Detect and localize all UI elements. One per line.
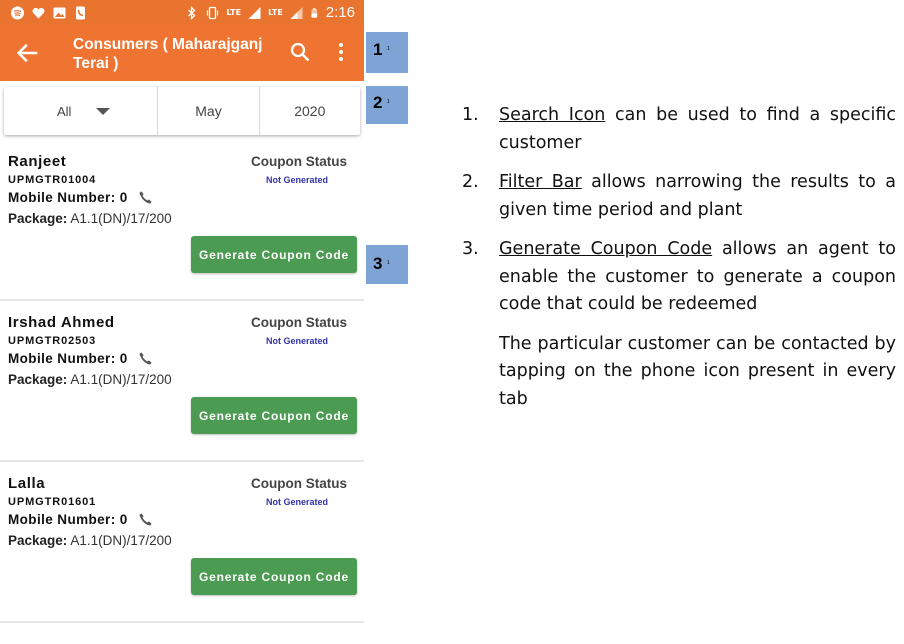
package-label: Package: (8, 211, 68, 226)
package-value: A1.1(DN)/17/200 (70, 533, 172, 548)
mobile-value: 0 (119, 190, 128, 205)
callout-marker-1: 1 1 (366, 32, 408, 73)
signal-icon-3 (290, 6, 303, 19)
phone-call-icon[interactable] (138, 351, 153, 366)
coupon-status-label: Coupon Status (251, 315, 347, 330)
coupon-status-label: Coupon Status (251, 476, 347, 491)
callout-subscript: 1 (387, 99, 390, 105)
note-extra: The particular customer can be contacted… (499, 333, 896, 409)
notification-icons (0, 6, 88, 20)
signal-icon (248, 6, 261, 19)
callout-marker-2: 2 1 (366, 86, 408, 124)
year-filter-value: 2020 (294, 103, 326, 119)
explanation-list: 1. Search Icon can be used to find a spec… (462, 102, 896, 413)
generate-coupon-button[interactable]: Generate Coupon Code (191, 558, 357, 595)
back-arrow-icon[interactable] (14, 39, 42, 67)
filter-bar: All May 2020 (4, 87, 360, 135)
note-keyword: Search Icon (499, 105, 606, 125)
callout-number: 2 (373, 93, 383, 112)
spotify-icon (11, 6, 24, 19)
plant-filter-value: All (57, 103, 72, 119)
note-item: 2. Filter Bar allows narrowing the result… (462, 169, 896, 224)
callout-subscript: 1 (387, 46, 390, 52)
mobile-label: Mobile Number: (8, 190, 116, 205)
heart-icon (32, 7, 45, 19)
month-filter[interactable]: May (157, 87, 258, 135)
vibrate-icon (207, 6, 219, 19)
consumer-name: Lalla (8, 475, 46, 492)
generate-coupon-button[interactable]: Generate Coupon Code (191, 397, 357, 434)
generate-coupon-button[interactable]: Generate Coupon Code (191, 236, 357, 273)
bluetooth-icon (188, 5, 196, 20)
mobile-value: 0 (119, 351, 128, 366)
status-bar: LTE LTE 2:16 (0, 0, 364, 25)
page-title: Consumers ( Maharajganj Terai ) (73, 36, 263, 72)
note-number: 3. (462, 239, 479, 259)
year-filter[interactable]: 2020 (258, 87, 360, 135)
consumer-id: UPMGTR02503 (8, 335, 97, 347)
note-item: 1. Search Icon can be used to find a spec… (462, 102, 896, 157)
phone-icon (76, 6, 85, 19)
note-keyword: Filter Bar (499, 172, 582, 192)
image-icon (53, 7, 66, 18)
more-options-icon[interactable] (334, 40, 348, 64)
month-filter-value: May (195, 103, 222, 119)
note-item: 3. Generate Coupon Code allows an agent t… (462, 236, 896, 319)
callout-number: 3 (373, 254, 383, 273)
callout-subscript: 1 (387, 260, 390, 266)
package: Package: A1.1(DN)/17/200 (8, 372, 172, 387)
phone-call-icon[interactable] (138, 190, 153, 205)
battery-icon (311, 7, 317, 18)
consumer-id: UPMGTR01004 (8, 174, 97, 186)
signal-icon-2: LTE (268, 7, 283, 17)
coupon-status-value: Not Generated (266, 497, 329, 507)
system-icons: LTE LTE 2:16 (184, 4, 364, 21)
callout-marker-3: 3 1 (366, 245, 408, 284)
package-value: A1.1(DN)/17/200 (70, 372, 172, 387)
app-bar: Consumers ( Maharajganj Terai ) (0, 25, 364, 81)
consumer-name: Ranjeet (8, 153, 67, 170)
consumer-id: UPMGTR01601 (8, 496, 97, 508)
note-number: 1. (462, 105, 479, 125)
consumer-card: Irshad Ahmed UPMGTR02503 Mobile Number: … (0, 302, 364, 462)
mobile-number: Mobile Number: 0 (8, 512, 153, 527)
note-keyword: Generate Coupon Code (499, 239, 713, 259)
volte-call-icon: LTE (226, 7, 242, 17)
coupon-status-value: Not Generated (266, 336, 329, 346)
package: Package: A1.1(DN)/17/200 (8, 533, 172, 548)
note-number: 2. (462, 172, 479, 192)
mobile-label: Mobile Number: (8, 512, 116, 527)
package-value: A1.1(DN)/17/200 (70, 211, 172, 226)
clock: 2:16 (325, 4, 355, 21)
search-icon[interactable] (288, 40, 312, 64)
mobile-label: Mobile Number: (8, 351, 116, 366)
package-label: Package: (8, 372, 68, 387)
consumer-card: Ranjeet UPMGTR01004 Mobile Number: 0 Pac… (0, 141, 364, 301)
phone-screen: LTE LTE 2:16 Consumers ( Maharajganj Ter… (0, 0, 364, 644)
mobile-number: Mobile Number: 0 (8, 351, 153, 366)
package-label: Package: (8, 533, 68, 548)
package: Package: A1.1(DN)/17/200 (8, 211, 172, 226)
mobile-value: 0 (119, 512, 128, 527)
chevron-down-icon (96, 108, 110, 115)
mobile-number: Mobile Number: 0 (8, 190, 153, 205)
callout-number: 1 (373, 40, 383, 59)
plant-filter-dropdown[interactable]: All (4, 87, 157, 135)
coupon-status-label: Coupon Status (251, 154, 347, 169)
coupon-status-value: Not Generated (266, 175, 329, 185)
consumer-name: Irshad Ahmed (8, 314, 115, 331)
phone-call-icon[interactable] (138, 512, 153, 527)
consumer-card: Lalla UPMGTR01601 Mobile Number: 0 Packa… (0, 463, 364, 623)
